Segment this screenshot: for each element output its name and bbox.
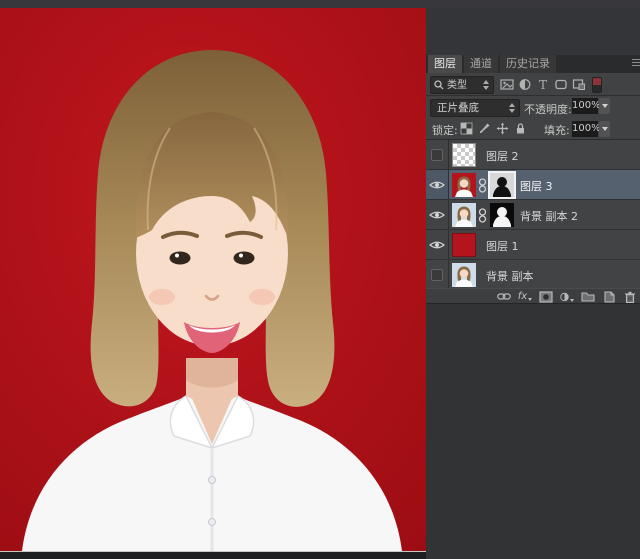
lock-all-padlock-icon[interactable]	[514, 122, 527, 135]
layer-name: 图层 1	[486, 238, 519, 254]
chevron-down-icon	[528, 298, 532, 301]
panel-tab-bar: 图层通道历史记录	[426, 55, 640, 73]
trash-icon	[624, 291, 636, 303]
type-layer-filter-icon[interactable]: T	[536, 78, 550, 91]
blend-mode-select[interactable]: 正片叠底	[430, 99, 520, 117]
link-layers-icon	[497, 292, 511, 301]
fill-field[interactable]: 100%	[572, 121, 610, 137]
layer-row-bg-copy[interactable]: 背景 副本	[426, 260, 640, 290]
lock-position-move-icon[interactable]	[496, 122, 509, 135]
chevron-down-icon	[602, 104, 608, 108]
visibility-toggle[interactable]	[426, 200, 449, 229]
layer-row-bg-copy2[interactable]: 背景 副本 2	[426, 200, 640, 230]
tab-layers[interactable]: 图层	[428, 55, 462, 73]
layer-mask-thumbnail-selected[interactable]	[488, 171, 516, 199]
new-layer-icon	[603, 291, 615, 303]
layer-thumbnail-portrait-light[interactable]	[452, 263, 476, 287]
chevron-updown-icon	[483, 80, 490, 90]
filtering-toggle[interactable]	[592, 77, 602, 93]
opacity-label: 不透明度:	[524, 101, 572, 117]
chevron-down-icon	[570, 299, 574, 302]
add-layer-mask-icon	[539, 291, 553, 303]
visibility-toggle[interactable]	[426, 230, 449, 259]
new-adjustment-layer-icon	[560, 291, 569, 303]
eye-icon	[429, 240, 445, 250]
layer-thumbnail-portrait-red[interactable]	[452, 173, 476, 197]
delete-layer-button[interactable]	[623, 291, 637, 303]
adjustment-layer-filter-icon[interactable]	[518, 78, 532, 91]
layer-name: 图层 3	[520, 178, 553, 194]
portrait-photo	[0, 8, 426, 551]
visibility-toggle[interactable]	[426, 170, 449, 199]
document-canvas[interactable]	[0, 8, 426, 551]
link-layers-button[interactable]	[497, 291, 511, 303]
chevron-down-icon	[602, 127, 608, 131]
panel-empty-area	[426, 304, 640, 559]
opacity-dropdown-button[interactable]	[599, 98, 610, 114]
layer-thumbnail-red[interactable]	[452, 233, 476, 257]
opacity-field[interactable]: 100%	[572, 98, 610, 114]
layer-row-layer1[interactable]: 图层 1	[426, 230, 640, 260]
visibility-toggle[interactable]	[426, 140, 449, 169]
fx-icon: fx	[518, 291, 527, 303]
layer-name: 背景 副本 2	[520, 208, 578, 224]
visibility-toggle[interactable]	[426, 260, 449, 289]
window-top-strip	[0, 0, 640, 8]
lock-row: 锁定: 填充: 100%	[426, 119, 640, 140]
visibility-off-box	[431, 269, 443, 281]
layer-name: 图层 2	[486, 148, 519, 164]
pixel-layer-filter-icon[interactable]	[500, 78, 514, 91]
blend-mode-value: 正片叠底	[437, 101, 479, 116]
new-group-button[interactable]	[581, 291, 595, 303]
workspace-below-canvas	[0, 552, 426, 559]
panel-menu-icon[interactable]	[632, 59, 640, 67]
layer-name: 背景 副本	[486, 268, 534, 284]
lock-pixels-brush-icon[interactable]	[478, 122, 491, 135]
blend-mode-row: 正片叠底 不透明度: 100%	[426, 96, 640, 119]
add-layer-mask-button[interactable]	[539, 291, 553, 303]
eye-icon	[429, 180, 445, 190]
layer-mask-thumbnail[interactable]	[490, 203, 514, 227]
fill-value[interactable]: 100%	[572, 121, 598, 137]
tab-channels[interactable]: 通道	[464, 55, 498, 73]
filter-kind-select[interactable]: 类型	[430, 76, 494, 94]
search-icon	[434, 80, 444, 90]
svg-text:T: T	[539, 78, 547, 91]
chevron-updown-icon	[509, 103, 516, 113]
layer-thumbnail-transparent[interactable]	[452, 143, 476, 167]
new-layer-button[interactable]	[602, 291, 616, 303]
layer-row-layer3[interactable]: 图层 3	[426, 170, 640, 200]
eye-icon	[429, 210, 445, 220]
layer-thumbnail-portrait-light[interactable]	[452, 203, 476, 227]
layer-row-layer2[interactable]: 图层 2	[426, 140, 640, 170]
smart-object-filter-icon[interactable]	[572, 78, 586, 91]
shape-layer-filter-icon[interactable]	[554, 78, 568, 91]
lock-transparency-icon[interactable]	[460, 122, 473, 135]
new-adjustment-layer-button[interactable]	[560, 291, 574, 303]
folder-icon	[581, 291, 595, 302]
lock-label: 锁定:	[432, 122, 458, 138]
visibility-off-box	[431, 149, 443, 161]
layer-filter-row: 类型 T	[426, 73, 640, 96]
tab-history[interactable]: 历史记录	[500, 55, 556, 73]
layers-panel-footer: fx	[426, 288, 640, 304]
opacity-value[interactable]: 100%	[572, 98, 598, 114]
layers-panel: 图层通道历史记录 类型 T 正片叠底 不透明度: 100% 锁定:	[426, 8, 640, 559]
link-icon[interactable]	[478, 178, 487, 193]
filter-kind-label: 类型	[447, 78, 467, 93]
link-icon[interactable]	[478, 208, 487, 223]
fill-label: 填充:	[544, 122, 570, 138]
fill-dropdown-button[interactable]	[599, 121, 610, 137]
layer-style-button[interactable]: fx	[518, 291, 532, 303]
